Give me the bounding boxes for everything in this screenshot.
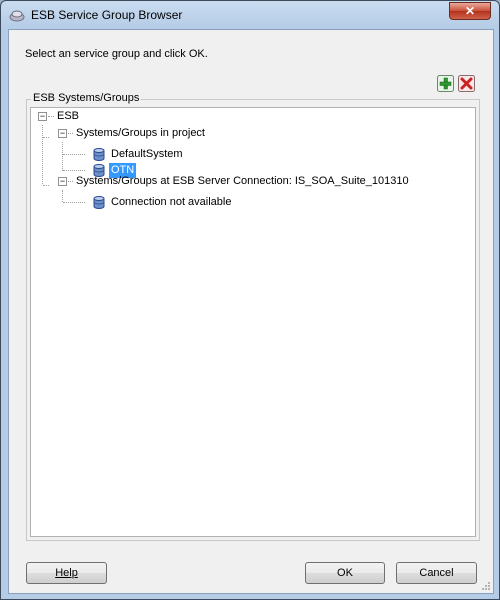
- tree-connector: [42, 125, 43, 184]
- collapse-icon: −: [59, 128, 66, 138]
- ok-button-label: OK: [337, 567, 353, 579]
- instruction-text: Select an service group and click OK.: [25, 48, 208, 60]
- cancel-button-label: Cancel: [419, 567, 454, 579]
- tree-node-project-groups[interactable]: Systems/Groups in project: [76, 126, 205, 141]
- tree-connector: [63, 170, 85, 171]
- tree-connector: [62, 190, 63, 202]
- dialog-client-area: Select an service group and click OK. ES…: [8, 29, 494, 594]
- title-bar[interactable]: ESB Service Group Browser ✕: [1, 1, 499, 29]
- delete-icon: [458, 75, 475, 92]
- add-icon: [437, 75, 454, 92]
- systems-groups-legend: ESB Systems/Groups: [31, 92, 142, 104]
- esb-app-icon: [9, 8, 25, 22]
- tree-connector: [68, 133, 73, 134]
- tree-node-default-system[interactable]: DefaultSystem: [111, 147, 183, 162]
- tree-expander-server[interactable]: −: [58, 177, 67, 186]
- tree-expander-esb[interactable]: −: [38, 112, 47, 121]
- help-button[interactable]: Help: [26, 562, 107, 584]
- add-button[interactable]: [437, 75, 454, 92]
- tree-connector: [43, 185, 49, 186]
- ok-button[interactable]: OK: [305, 562, 385, 584]
- database-icon: [93, 148, 105, 161]
- cancel-button[interactable]: Cancel: [396, 562, 477, 584]
- tree-connector: [62, 142, 63, 171]
- help-button-label: Help: [55, 567, 78, 579]
- resize-grip-icon[interactable]: [481, 581, 491, 591]
- systems-groups-tree[interactable]: − ESB − Systems/Groups in project Defaul…: [30, 107, 476, 537]
- tree-connector: [43, 137, 49, 138]
- close-button[interactable]: ✕: [449, 2, 491, 20]
- tree-connector: [48, 116, 54, 117]
- tree-node-server-groups[interactable]: Systems/Groups at ESB Server Connection:…: [76, 174, 409, 189]
- tree-expander-project[interactable]: −: [58, 129, 67, 138]
- window-title: ESB Service Group Browser: [31, 8, 183, 22]
- tree-connector: [63, 154, 85, 155]
- delete-button[interactable]: [458, 75, 475, 92]
- close-icon: ✕: [464, 4, 476, 18]
- tree-node-esb[interactable]: ESB: [57, 109, 79, 124]
- collapse-icon: −: [39, 111, 46, 121]
- database-icon: [93, 196, 105, 209]
- tree-connector: [68, 181, 73, 182]
- dialog-window: ESB Service Group Browser ✕ Select an se…: [0, 0, 500, 600]
- tree-node-connection-not-available[interactable]: Connection not available: [111, 195, 231, 210]
- collapse-icon: −: [59, 176, 66, 186]
- tree-connector: [63, 202, 85, 203]
